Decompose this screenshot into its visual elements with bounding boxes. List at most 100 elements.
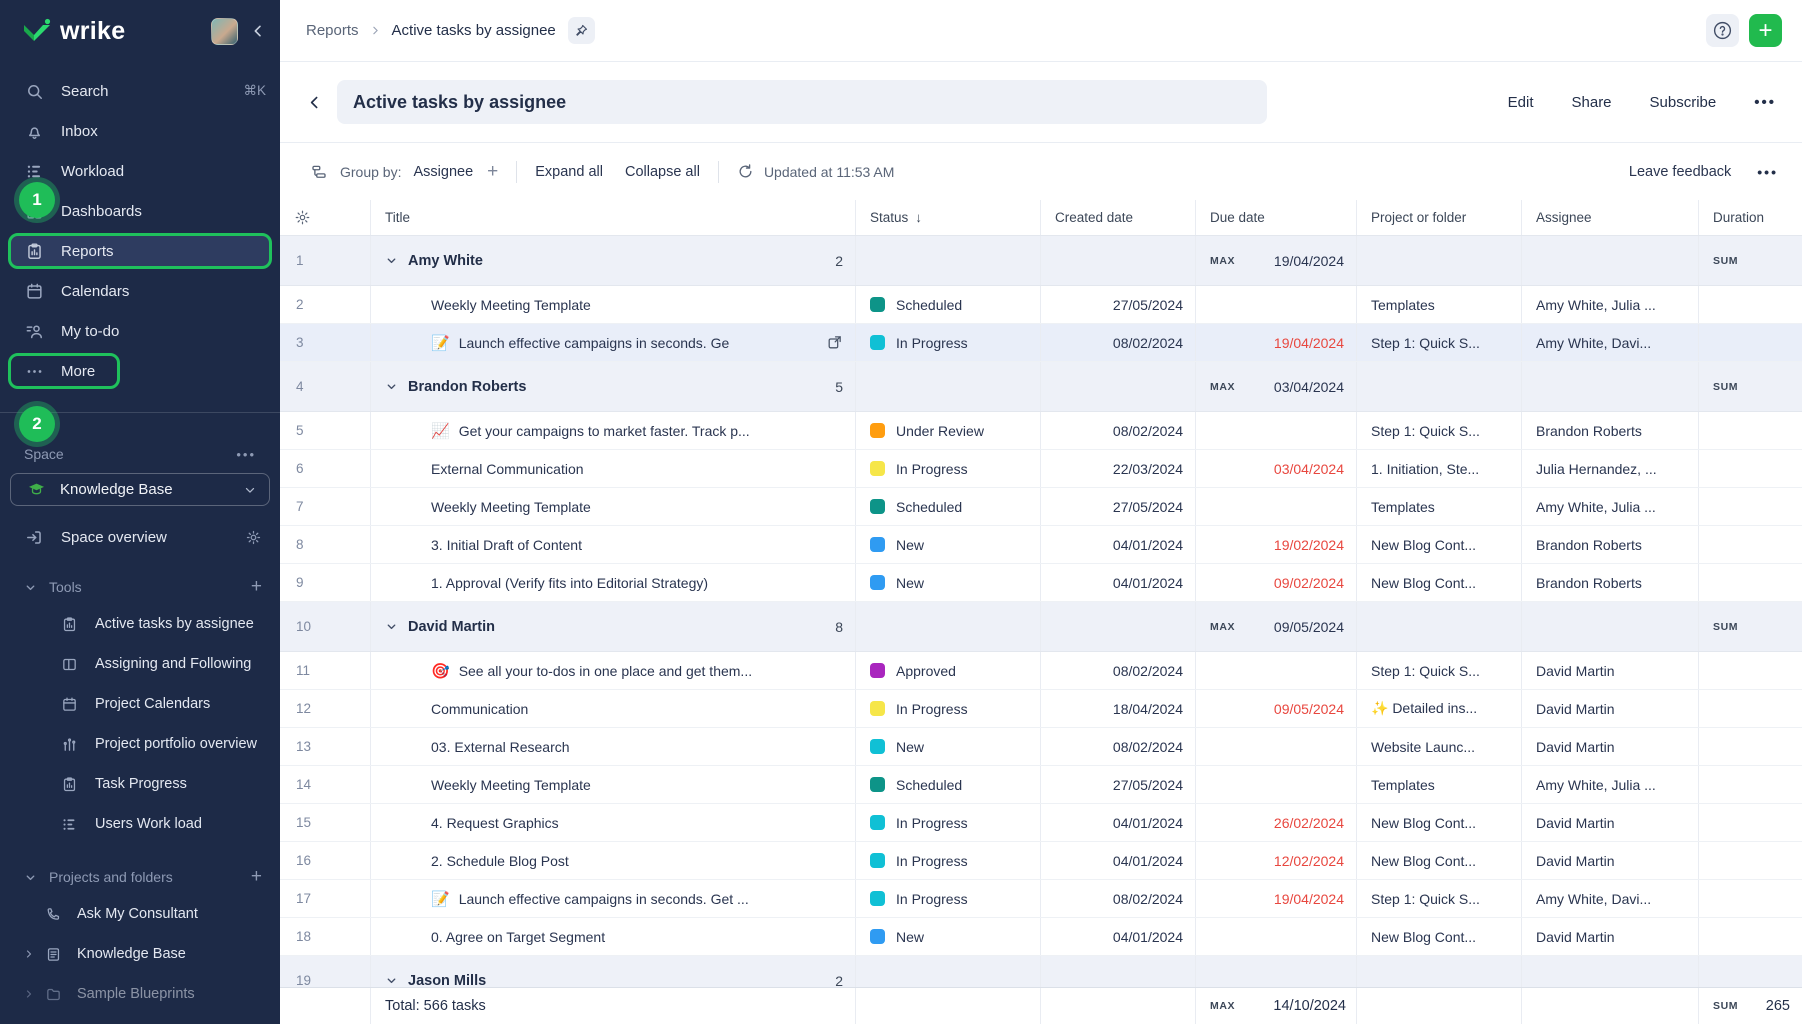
- title-cell[interactable]: External Communication: [370, 450, 855, 487]
- title-cell[interactable]: 📈 Get your campaigns to market faster. T…: [370, 412, 855, 449]
- sidebar-item-more[interactable]: More: [0, 351, 280, 391]
- assignee-cell[interactable]: David Martin: [1521, 918, 1698, 955]
- create-new-button[interactable]: +: [1749, 14, 1782, 47]
- due-date-cell[interactable]: 03/04/2024: [1195, 450, 1356, 487]
- open-task-icon[interactable]: [826, 334, 843, 351]
- help-button[interactable]: [1706, 14, 1739, 47]
- gear-icon[interactable]: [245, 529, 262, 546]
- table-row[interactable]: 11 🎯 See all your to-dos in one place an…: [280, 652, 1802, 690]
- title-cell[interactable]: Communication: [370, 690, 855, 727]
- table-row[interactable]: 7 Weekly Meeting Template Scheduled 27/0…: [280, 488, 1802, 526]
- project-cell[interactable]: New Blog Cont...: [1356, 526, 1521, 563]
- assignee-cell[interactable]: [1521, 602, 1698, 651]
- column-header-project[interactable]: Project or folder: [1356, 200, 1521, 235]
- assignee-cell[interactable]: David Martin: [1521, 690, 1698, 727]
- title-cell[interactable]: 2. Schedule Blog Post: [370, 842, 855, 879]
- created-date-cell[interactable]: [1040, 602, 1195, 651]
- status-cell[interactable]: Approved: [855, 652, 1040, 689]
- assignee-cell[interactable]: Brandon Roberts: [1521, 412, 1698, 449]
- edit-button[interactable]: Edit: [1508, 94, 1534, 111]
- status-cell[interactable]: Scheduled: [855, 286, 1040, 323]
- group-by-value[interactable]: Assignee: [413, 164, 473, 180]
- report-title-input[interactable]: Active tasks by assignee: [337, 80, 1267, 124]
- created-date-cell[interactable]: 22/03/2024: [1040, 450, 1195, 487]
- status-cell[interactable]: New: [855, 728, 1040, 765]
- leave-feedback-link[interactable]: Leave feedback: [1629, 164, 1731, 180]
- table-row[interactable]: 4 Brandon Roberts 5 MAX 03/04/2024 SUM: [280, 362, 1802, 412]
- subscribe-button[interactable]: Subscribe: [1650, 94, 1717, 111]
- status-cell[interactable]: In Progress: [855, 804, 1040, 841]
- sidebar-project-knowledge-base[interactable]: Knowledge Base: [0, 934, 280, 974]
- projects-section-header[interactable]: Projects and folders +: [0, 860, 280, 894]
- assignee-cell[interactable]: David Martin: [1521, 804, 1698, 841]
- due-date-cell[interactable]: 09/02/2024: [1195, 564, 1356, 601]
- created-date-cell[interactable]: 27/05/2024: [1040, 766, 1195, 803]
- created-date-cell[interactable]: 08/02/2024: [1040, 728, 1195, 765]
- assignee-cell[interactable]: Brandon Roberts: [1521, 526, 1698, 563]
- created-date-cell[interactable]: 08/02/2024: [1040, 652, 1195, 689]
- created-date-cell[interactable]: [1040, 236, 1195, 285]
- assignee-cell[interactable]: Julia Hernandez, ...: [1521, 450, 1698, 487]
- created-date-cell[interactable]: 08/02/2024: [1040, 412, 1195, 449]
- status-cell[interactable]: In Progress: [855, 880, 1040, 917]
- status-cell[interactable]: New: [855, 564, 1040, 601]
- group-chevron-down-icon[interactable]: [385, 620, 398, 633]
- add-grouping-icon[interactable]: +: [487, 162, 498, 181]
- table-row[interactable]: 16 2. Schedule Blog Post In Progress 04/…: [280, 842, 1802, 880]
- project-cell[interactable]: [1356, 362, 1521, 411]
- pin-icon[interactable]: [568, 17, 595, 44]
- status-cell[interactable]: [855, 236, 1040, 285]
- sidebar-tool-portfolio-overview[interactable]: Project portfolio overview: [0, 724, 280, 764]
- share-button[interactable]: Share: [1572, 94, 1612, 111]
- column-header-created[interactable]: Created date: [1040, 200, 1195, 235]
- table-row[interactable]: 6 External Communication In Progress 22/…: [280, 450, 1802, 488]
- title-cell[interactable]: 4. Request Graphics: [370, 804, 855, 841]
- due-date-cell[interactable]: 19/02/2024: [1195, 526, 1356, 563]
- title-cell[interactable]: 03. External Research: [370, 728, 855, 765]
- sidebar-project-ask-my-consultant[interactable]: Ask My Consultant: [0, 894, 280, 934]
- project-cell[interactable]: [1356, 236, 1521, 285]
- expand-all-button[interactable]: Expand all: [535, 164, 603, 180]
- user-avatar[interactable]: [211, 18, 238, 45]
- chevron-right-icon[interactable]: [22, 948, 36, 960]
- project-cell[interactable]: New Blog Cont...: [1356, 918, 1521, 955]
- due-date-cell[interactable]: [1195, 488, 1356, 525]
- created-date-cell[interactable]: 08/02/2024: [1040, 324, 1195, 361]
- due-date-cell[interactable]: [1195, 728, 1356, 765]
- sidebar-tool-project-calendars[interactable]: Project Calendars: [0, 684, 280, 724]
- due-date-cell[interactable]: [1195, 412, 1356, 449]
- status-cell[interactable]: [855, 362, 1040, 411]
- title-cell[interactable]: 1. Approval (Verify fits into Editorial …: [370, 564, 855, 601]
- column-header-status[interactable]: Status↓: [855, 200, 1040, 235]
- collapse-all-button[interactable]: Collapse all: [625, 164, 700, 180]
- created-date-cell[interactable]: 04/01/2024: [1040, 564, 1195, 601]
- refresh-icon[interactable]: [737, 163, 754, 180]
- project-cell[interactable]: New Blog Cont...: [1356, 804, 1521, 841]
- status-cell[interactable]: In Progress: [855, 690, 1040, 727]
- table-row[interactable]: 5 📈 Get your campaigns to market faster.…: [280, 412, 1802, 450]
- due-date-cell[interactable]: MAX 03/04/2024: [1195, 362, 1356, 411]
- sidebar-tool-active-tasks[interactable]: Active tasks by assignee: [0, 604, 280, 644]
- group-chevron-down-icon[interactable]: [385, 380, 398, 393]
- status-cell[interactable]: In Progress: [855, 450, 1040, 487]
- group-chevron-down-icon[interactable]: [385, 974, 398, 987]
- toolbar-more-icon[interactable]: •••: [1757, 164, 1778, 180]
- due-date-cell[interactable]: 19/04/2024: [1195, 880, 1356, 917]
- assignee-cell[interactable]: [1521, 236, 1698, 285]
- project-cell[interactable]: Step 1: Quick S...: [1356, 652, 1521, 689]
- project-cell[interactable]: New Blog Cont...: [1356, 842, 1521, 879]
- tools-section-header[interactable]: Tools +: [0, 570, 280, 604]
- project-cell[interactable]: Website Launc...: [1356, 728, 1521, 765]
- table-row[interactable]: 18 0. Agree on Target Segment New 04/01/…: [280, 918, 1802, 956]
- sidebar-item-reports[interactable]: Reports: [0, 231, 280, 271]
- created-date-cell[interactable]: 27/05/2024: [1040, 488, 1195, 525]
- assignee-cell[interactable]: David Martin: [1521, 842, 1698, 879]
- table-row[interactable]: 2 Weekly Meeting Template Scheduled 27/0…: [280, 286, 1802, 324]
- project-cell[interactable]: [1356, 602, 1521, 651]
- space-menu-icon[interactable]: •••: [236, 447, 256, 462]
- space-selector[interactable]: Knowledge Base: [10, 473, 270, 506]
- column-header-due[interactable]: Due date: [1195, 200, 1356, 235]
- status-cell[interactable]: Under Review: [855, 412, 1040, 449]
- project-cell[interactable]: Step 1: Quick S...: [1356, 880, 1521, 917]
- sidebar-project-sample-blueprints[interactable]: Sample Blueprints: [0, 974, 280, 1014]
